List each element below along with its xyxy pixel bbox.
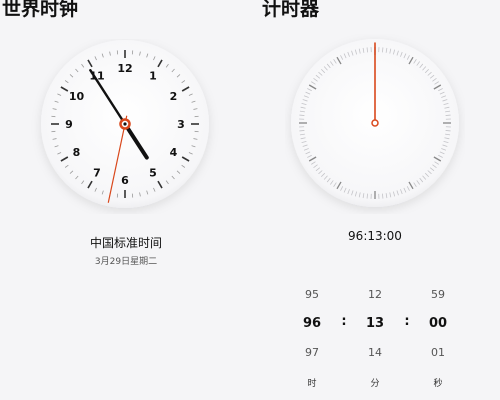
minutes-prev[interactable]: 12 — [355, 288, 395, 301]
hours-next[interactable]: 97 — [292, 346, 332, 359]
minutes-unit-label: 分 — [370, 379, 380, 389]
hours-current[interactable]: 96 — [292, 316, 332, 331]
clock-center-dot — [123, 122, 127, 126]
world-clock-face[interactable]: 12 1 2 3 4 5 6 7 8 9 10 11 — [30, 39, 220, 214]
world-clock-title: 世界时钟 — [2, 0, 79, 20]
clock-number: 6 — [121, 174, 129, 187]
clock-number: 10 — [69, 90, 85, 103]
clock-number: 4 — [170, 146, 178, 159]
clock-number: 7 — [93, 166, 101, 179]
clock-number: 9 — [65, 118, 73, 131]
timer-tick — [382, 47, 384, 53]
seconds-next[interactable]: 01 — [418, 346, 458, 359]
clock-number: 3 — [177, 118, 185, 131]
timer-tick — [445, 114, 451, 116]
timer-tick — [366, 193, 368, 199]
world-clock-caption: 中国标准时间 3月29日星期二 — [26, 234, 226, 267]
clock-number: 2 — [170, 90, 178, 103]
hours-unit-label: 时 — [307, 379, 317, 389]
time-zone-date: 3月29日星期二 — [94, 257, 158, 267]
timer-tick — [445, 130, 451, 132]
seconds-current[interactable]: 00 — [418, 316, 458, 331]
hours-prev[interactable]: 95 — [292, 288, 332, 301]
minutes-current[interactable]: 13 — [355, 316, 395, 331]
timer-tick — [299, 130, 305, 132]
clock-number: 8 — [73, 146, 81, 159]
clock-number: 1 — [149, 70, 157, 83]
seconds-unit-label: 秒 — [433, 379, 443, 389]
separator-2: : — [404, 314, 410, 329]
minutes-next[interactable]: 14 — [355, 346, 395, 359]
clock-number: 12 — [117, 62, 132, 75]
timer-tick — [299, 114, 305, 116]
separator-1: : — [341, 314, 347, 329]
timer-title: 计时器 — [262, 0, 320, 20]
clock-number: 5 — [149, 166, 157, 179]
timer-tick — [382, 193, 384, 199]
timer-center-pin — [371, 119, 379, 127]
time-zone-name: 中国标准时间 — [89, 236, 162, 250]
timer-face[interactable] — [285, 34, 465, 214]
timer-tick — [366, 47, 368, 53]
seconds-prev[interactable]: 59 — [418, 288, 458, 301]
timer-readout: 96:13:00 — [348, 229, 402, 243]
